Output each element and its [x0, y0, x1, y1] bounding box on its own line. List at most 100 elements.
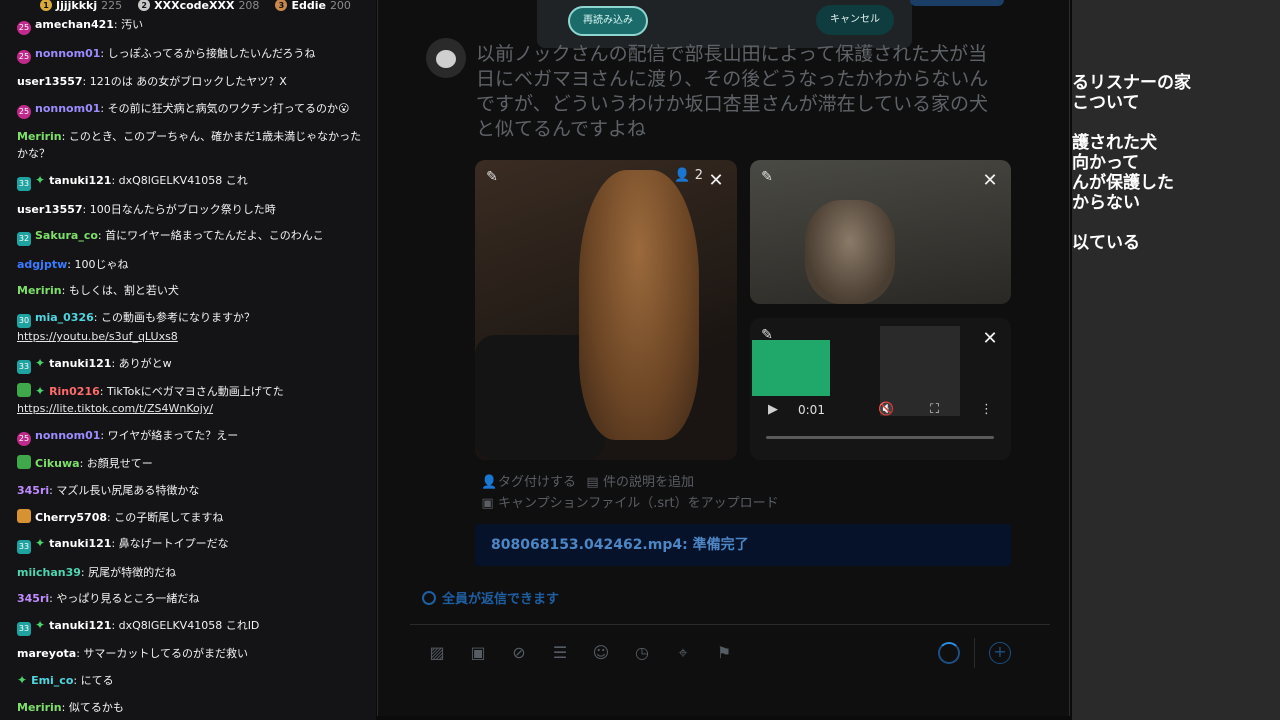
chat-message-text: ありがとw: [118, 356, 172, 370]
video-progress-bar[interactable]: [766, 436, 994, 439]
play-icon[interactable]: ▶: [768, 402, 778, 417]
chat-username[interactable]: mareyota: [17, 647, 76, 660]
chat-username[interactable]: tanuki121: [49, 537, 111, 550]
add-post-button[interactable]: +: [989, 642, 1011, 664]
subscriber-badge-icon: 33: [17, 540, 31, 555]
sparkle-badge-icon: ✦: [35, 384, 46, 399]
subscriber-badge-icon: [17, 383, 31, 398]
flag-icon[interactable]: ⚑: [713, 642, 735, 664]
tag-people-link[interactable]: 👤タグ付けする: [481, 471, 576, 490]
upload-caption-link[interactable]: ▣ キャンプションファイル（.srt）をアップロード: [481, 492, 778, 511]
chat-username[interactable]: amechan421: [35, 18, 114, 31]
emoji-icon[interactable]: ☺: [590, 642, 612, 664]
chat-username[interactable]: 345ri: [17, 592, 49, 605]
chat-username[interactable]: tanuki121: [49, 174, 111, 187]
composer-toolbar: ▨ ▣ ⊘ ☰ ☺ ◷ ⌖ ⚑: [426, 642, 735, 664]
overlay-text-line: こついて: [1072, 93, 1140, 113]
remove-media-icon[interactable]: ✕: [979, 328, 1001, 350]
chat-message: 32 Sakura_co: 首にワイヤー絡まってたんだよ、このわんこ: [17, 227, 368, 247]
chat-username[interactable]: tanuki121: [49, 357, 111, 370]
chat-username[interactable]: nonnom01: [35, 429, 100, 442]
reply-setting-button[interactable]: 全員が返信できます: [422, 588, 559, 607]
fullscreen-icon[interactable]: ⛶: [930, 402, 939, 417]
cancel-button[interactable]: キャンセル: [816, 5, 894, 35]
edit-media-icon[interactable]: ✎: [756, 324, 778, 346]
media-video[interactable]: ✎ ✕ ▶ 0:01 🔇 ⛶ ⋮: [750, 318, 1011, 460]
location-icon[interactable]: ⌖: [672, 642, 694, 664]
post-text-input[interactable]: 以前ノックさんの配信で部長山田によって保護された犬が当日にベガマヨさんに渡り、そ…: [476, 42, 1006, 142]
mute-icon[interactable]: 🔇: [878, 402, 894, 417]
sparkle-badge-icon: ✦: [35, 355, 46, 370]
chat-link[interactable]: https://youtu.be/s3uf_qLUxs8: [17, 330, 178, 343]
chat-message-text: このとき、このプーちゃん、確かまだ1歳未満じゃなかったかな？: [17, 130, 362, 161]
chat-message-list[interactable]: 25 amechan421: 汚い 25 nonnom01: しっぽふってるから接触し…: [0, 12, 376, 716]
more-icon[interactable]: ⋮: [980, 402, 993, 417]
image-icon[interactable]: ▨: [426, 642, 448, 664]
chat-message: Meririn: このとき、このプーちゃん、確かまだ1歳未満じゃなかったかな？: [17, 130, 362, 161]
leaderboard-name[interactable]: Eddie: [291, 0, 326, 12]
leaderboard-entry: 2 XXXcodeXXX 208: [138, 0, 259, 12]
media-image-dog[interactable]: ✎ 👤 2 ✕: [475, 160, 737, 460]
chat-username[interactable]: mia_0326: [35, 311, 94, 324]
add-description-link[interactable]: ▤ 件の説明を追加: [586, 471, 694, 490]
leaderboard-score: 208: [238, 0, 260, 12]
chat-username[interactable]: Meririn: [17, 130, 62, 143]
remove-media-icon[interactable]: ✕: [979, 170, 1001, 192]
chat-username[interactable]: adgjptw: [17, 258, 67, 271]
chat-username[interactable]: miichan39: [17, 566, 81, 579]
chat-username[interactable]: nonnom01: [35, 102, 100, 115]
leaderboard-name[interactable]: XXXcodeXXX: [154, 0, 234, 12]
chat-link[interactable]: https://lite.tiktok.com/t/ZS4WnKojy/: [17, 402, 213, 415]
chat-username[interactable]: Meririn: [17, 701, 62, 714]
subscriber-badge-icon: 30: [17, 313, 31, 328]
chat-message: Meririn: もしくは、割と若い犬: [17, 284, 179, 298]
gif-icon[interactable]: ▣: [467, 642, 489, 664]
rank-badge: 2: [138, 0, 151, 11]
chat-message-text: 汚い: [121, 18, 144, 31]
media-image-man[interactable]: ✎ ✕: [750, 160, 1011, 304]
chat-message-text: TikTokにベガマヨさん動画上げてた: [106, 385, 284, 399]
chat-message-text: 100じゃね: [74, 257, 129, 271]
chat-username[interactable]: 345ri: [17, 484, 49, 497]
chat-message-text: その前に狂犬病と病気のワクチン打ってるのか😮: [107, 101, 350, 115]
chat-username[interactable]: tanuki121: [49, 619, 111, 632]
chat-username[interactable]: nonnom01: [35, 47, 100, 60]
sparkle-badge-icon: ✦: [35, 617, 46, 632]
chat-message-text: しっぽふってるから接触したいんだろうね: [107, 46, 316, 60]
chat-username[interactable]: Emi_co: [31, 674, 73, 687]
chat-message-text: この動画も参考になりますか？: [100, 310, 255, 324]
chat-username[interactable]: Sakura_co: [35, 229, 98, 242]
remove-media-icon[interactable]: ✕: [705, 170, 727, 192]
poll-icon[interactable]: ☰: [549, 642, 571, 664]
chat-username[interactable]: Meririn: [17, 284, 62, 297]
grok-icon[interactable]: ⊘: [508, 642, 530, 664]
edit-media-icon[interactable]: ✎: [756, 166, 778, 188]
chat-message: adgjptw: 100じゃね: [17, 257, 129, 271]
rank-badge: 3: [275, 0, 288, 11]
chat-message-text: 121のは あの女がブロックしたヤツ？X: [89, 75, 287, 89]
chat-message-text: もしくは、割と若い犬: [68, 284, 179, 298]
reload-button[interactable]: 再読み込み: [568, 6, 648, 36]
chat-message: ✦ Rin0216: TikTokにベガマヨさん動画上げてた https://lit…: [17, 383, 284, 416]
leaderboard-name[interactable]: Jjjjkkkj: [56, 0, 97, 12]
edit-media-icon[interactable]: ✎: [481, 166, 503, 188]
rank-badge: 1: [40, 0, 52, 11]
chat-message-text: 鼻なげートイプーだな: [118, 537, 229, 551]
chat-panel: 1 Jjjjkkkj 225 2 XXXcodeXXX 208 3 Eddie 200 25 am…: [0, 0, 376, 720]
chat-username[interactable]: Rin0216: [49, 385, 100, 398]
chat-message-text: マズル長い尻尾ある特徴かな: [56, 483, 200, 497]
subscriber-badge-icon: 33: [17, 621, 31, 636]
video-time: 0:01: [798, 403, 825, 417]
schedule-icon[interactable]: ◷: [631, 642, 653, 664]
chat-username[interactable]: user13557: [17, 203, 83, 216]
avatar[interactable]: [426, 38, 466, 78]
chat-message: 33 ✦ tanuki121: 鼻なげートイプーだな: [17, 535, 368, 555]
chat-username[interactable]: Cherry5708: [35, 511, 107, 524]
chat-message-text: ワイヤが絡まってた？えー: [107, 428, 239, 442]
leaderboard-score: 225: [101, 0, 123, 12]
post-button[interactable]: [910, 0, 1004, 6]
chat-username[interactable]: Cikuwa: [35, 457, 80, 470]
chat-message: 33 ✦ tanuki121: ありがとw: [17, 355, 368, 374]
chat-message: ✦ Emi_co: にてる: [17, 673, 114, 688]
chat-username[interactable]: user13557: [17, 75, 83, 88]
